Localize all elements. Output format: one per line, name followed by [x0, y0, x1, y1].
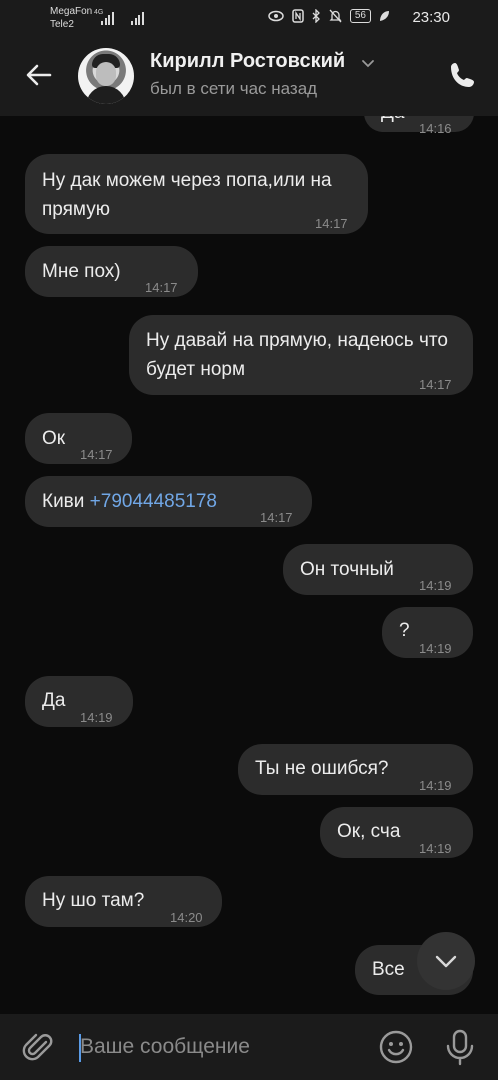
- phone-number-link[interactable]: +79044485178: [90, 491, 217, 512]
- eye-icon: [268, 10, 284, 22]
- message-bubble-in[interactable]: Мне пох) 14:17: [25, 246, 198, 297]
- arrow-left-icon[interactable]: [24, 60, 54, 90]
- chat-screen: MegaFon Tele2 4G 56 23:30 Кирилл Ростовс…: [0, 0, 498, 1080]
- message-text: Ты не ошибся?: [255, 758, 389, 779]
- message-time: 14:19: [419, 778, 452, 793]
- chevron-down-icon[interactable]: [361, 56, 375, 70]
- message-text: Ок, сча: [337, 821, 401, 842]
- message-text: Ну давай на прямую, надеюсь что будет но…: [146, 330, 448, 380]
- signal-icon: [101, 11, 114, 25]
- message-bubble-out[interactable]: Да 14:16: [364, 116, 474, 136]
- message-text: Ок: [42, 428, 66, 449]
- message-text: Ну дак можем через попа,или на прямую: [42, 170, 332, 220]
- status-bar: MegaFon Tele2 4G 56 23:30: [0, 0, 498, 36]
- signal-icon-2: [131, 11, 144, 25]
- message-list[interactable]: Да 14:16 Ну дак можем через попа,или на …: [0, 116, 498, 1014]
- paperclip-icon[interactable]: [22, 1030, 56, 1064]
- message-bubble-in[interactable]: Ну дак можем через попа,или на прямую 14…: [25, 154, 368, 234]
- message-text: ?: [399, 620, 410, 641]
- mute-bell-icon: [329, 9, 342, 23]
- microphone-icon[interactable]: [443, 1028, 477, 1066]
- bluetooth-icon: [312, 9, 320, 23]
- status-icons: 56: [268, 9, 390, 23]
- carrier-2: Tele2: [50, 19, 74, 30]
- message-text: Ну шо там?: [42, 890, 145, 911]
- message-bubble-out[interactable]: Ты не ошибся? 14:19: [238, 744, 473, 795]
- message-time: 14:19: [419, 641, 452, 656]
- message-bubble-out[interactable]: Ну давай на прямую, надеюсь что будет но…: [129, 315, 473, 395]
- message-text: Да: [381, 116, 404, 127]
- message-time: 14:20: [170, 910, 203, 925]
- message-time: 14:19: [80, 710, 113, 725]
- message-input[interactable]: [80, 1030, 360, 1064]
- message-text-prefix: Киви: [42, 491, 85, 512]
- message-bubble-in[interactable]: Ок 14:17: [25, 413, 132, 464]
- scroll-down-button[interactable]: [417, 932, 475, 990]
- message-text: Да: [42, 690, 66, 711]
- smiley-icon[interactable]: [378, 1029, 414, 1065]
- message-time: 14:16: [419, 121, 452, 136]
- message-bubble-in[interactable]: Ну шо там? 14:20: [25, 876, 222, 927]
- message-bubble-in[interactable]: Киви +79044485178 14:17: [25, 476, 312, 527]
- message-time: 14:17: [419, 377, 452, 392]
- carrier-labels: MegaFon Tele2: [50, 5, 92, 31]
- message-time: 14:17: [80, 447, 113, 462]
- message-bubble-out[interactable]: ? 14:19: [382, 607, 473, 658]
- message-bubble-in[interactable]: Да 14:19: [25, 676, 133, 727]
- battery-indicator: 56: [349, 9, 371, 23]
- message-time: 14:19: [419, 578, 452, 593]
- message-time: 14:17: [315, 216, 348, 231]
- message-text: Все: [372, 959, 405, 980]
- carrier-1: MegaFon: [50, 6, 93, 17]
- message-bubble-out[interactable]: Ок, сча 14:19: [320, 807, 473, 858]
- contact-name[interactable]: Кирилл Ростовский: [150, 50, 345, 73]
- message-time: 14:17: [145, 280, 178, 295]
- phone-icon[interactable]: [448, 60, 478, 90]
- message-time: 14:17: [260, 510, 293, 525]
- nfc-icon: [292, 9, 304, 23]
- message-composer: [0, 1014, 498, 1080]
- message-bubble-out[interactable]: Он точный 14:19: [283, 544, 473, 595]
- clock: 23:30: [412, 9, 450, 26]
- last-seen-status: был в сети час назад: [150, 79, 318, 98]
- message-text: Он точный: [300, 559, 394, 580]
- message-text: Киви +79044485178: [42, 487, 217, 516]
- message-time: 14:19: [419, 841, 452, 856]
- message-text: Мне пох): [42, 261, 121, 282]
- avatar[interactable]: [78, 48, 134, 104]
- chat-header: Кирилл Ростовский был в сети час назад: [0, 36, 498, 116]
- leaf-icon: [380, 11, 389, 21]
- chevron-down-icon: [435, 955, 457, 968]
